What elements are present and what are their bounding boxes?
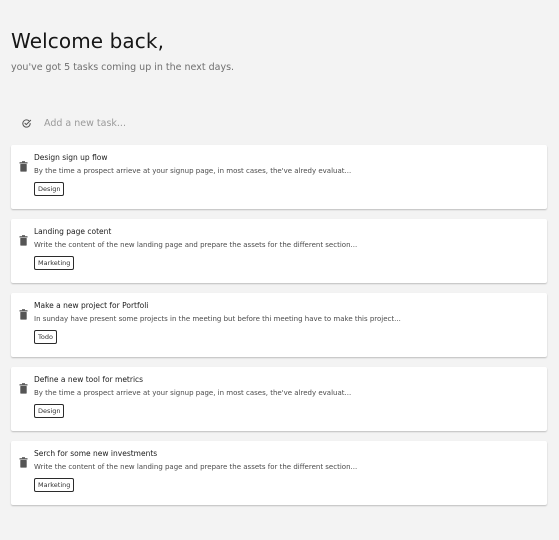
task-card[interactable]: Design sign up flow By the time a prospe… xyxy=(11,145,547,209)
trash-icon[interactable] xyxy=(19,305,28,320)
add-task-input[interactable] xyxy=(44,117,524,129)
add-task-bar xyxy=(11,111,547,135)
task-card[interactable]: Define a new tool for metrics By the tim… xyxy=(11,367,547,431)
page-subtitle: you've got 5 tasks coming up in the next… xyxy=(11,62,235,73)
task-description: Write the content of the new landing pag… xyxy=(34,463,358,471)
task-description: Write the content of the new landing pag… xyxy=(34,241,358,249)
task-card[interactable]: Serch for some new investments Write the… xyxy=(11,441,547,505)
page-title: Welcome back, xyxy=(11,29,165,53)
task-tag: Design xyxy=(34,404,65,418)
trash-icon[interactable] xyxy=(19,379,28,394)
task-title: Serch for some new investments xyxy=(34,449,158,458)
task-tag: Design xyxy=(34,182,65,196)
check-circle-icon xyxy=(19,116,33,130)
task-description: By the time a prospect arrieve at your s… xyxy=(34,167,352,175)
task-description: In sunday have present some projects in … xyxy=(34,315,401,323)
task-title: Design sign up flow xyxy=(34,153,108,162)
task-card[interactable]: Landing page cotent Write the content of… xyxy=(11,219,547,283)
task-tag: Todo xyxy=(34,330,57,344)
task-title: Landing page cotent xyxy=(34,227,112,236)
task-list: Design sign up flow By the time a prospe… xyxy=(11,145,547,515)
task-tag: Marketing xyxy=(34,256,75,270)
task-card[interactable]: Make a new project for Portfoli In sunda… xyxy=(11,293,547,357)
task-dashboard: Welcome back, you've got 5 tasks coming … xyxy=(0,0,559,540)
task-title: Define a new tool for metrics xyxy=(34,375,144,384)
trash-icon[interactable] xyxy=(19,231,28,246)
trash-icon[interactable] xyxy=(19,157,28,172)
trash-icon[interactable] xyxy=(19,453,28,468)
task-tag: Marketing xyxy=(34,478,75,492)
task-description: By the time a prospect arrieve at your s… xyxy=(34,389,352,397)
task-title: Make a new project for Portfoli xyxy=(34,301,149,310)
